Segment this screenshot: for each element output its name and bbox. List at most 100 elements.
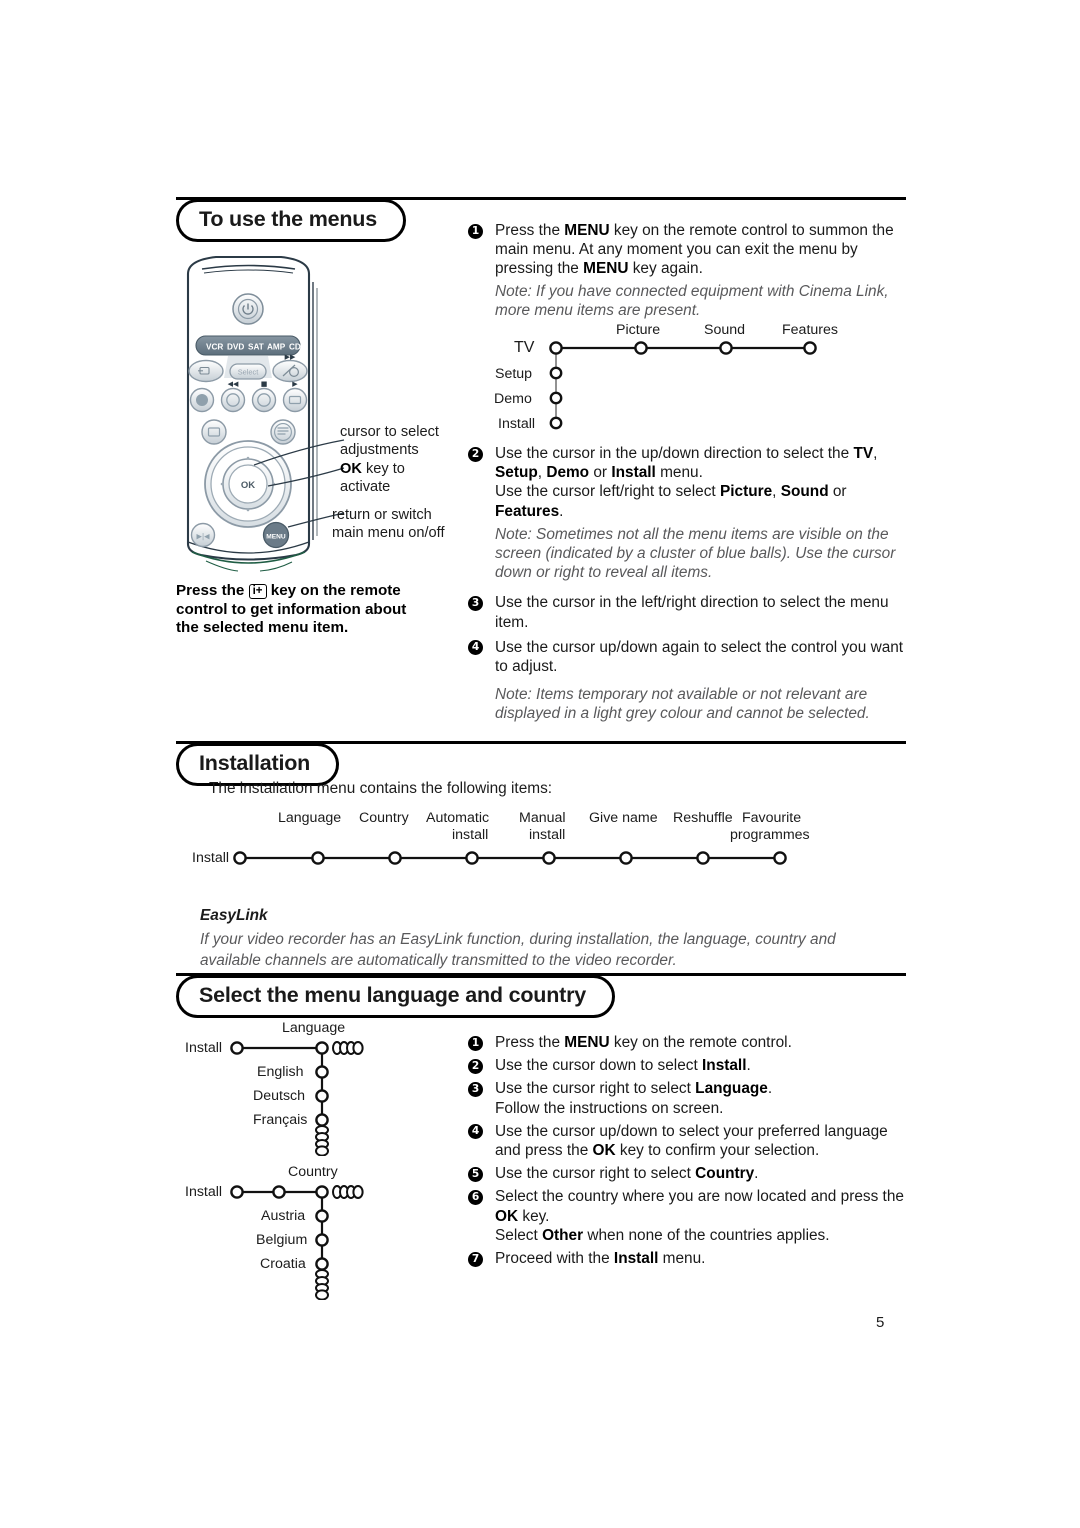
install-label-automatic: Automatic: [426, 810, 490, 826]
s3-step-4-text: Use the cursor up/down to select your pr…: [495, 1122, 888, 1160]
rewind-icon: ◀◀: [228, 380, 239, 388]
rewind-button[interactable]: [220, 387, 246, 413]
step-2-note-text: Note: Sometimes not all the menu items a…: [495, 525, 896, 582]
lang-more-right-cluster: [332, 1041, 364, 1055]
node-manual-install: [542, 851, 556, 865]
step-4: 4 Use the cursor up/down again to select…: [468, 638, 908, 676]
info-key-pre: Press the: [176, 582, 249, 599]
callout-ok-line1: OK key to: [340, 461, 405, 477]
s3-step-2-text: Use the cursor down to select Install.: [495, 1057, 751, 1075]
s3-step-1-text: Press the MENU key on the remote control…: [495, 1034, 792, 1051]
step-2-text: Use the cursor in the up/down direction …: [495, 445, 878, 520]
step-3-bullet: 3: [468, 595, 483, 611]
language-diagram-svg: [230, 1041, 364, 1156]
s3-step-4-bullet: 4: [468, 1124, 483, 1140]
node-automatic-install: [465, 851, 479, 865]
callout-cursor-line1: cursor to select: [340, 424, 439, 440]
s3-step-5-bullet: 5: [468, 1166, 483, 1182]
country-node-belgium: [315, 1233, 329, 1247]
node-tv: [549, 341, 563, 355]
lang-label-language: Language: [282, 1020, 346, 1036]
stop-button[interactable]: [251, 387, 277, 413]
node-install: [549, 416, 563, 430]
stop-icon: ■: [261, 380, 268, 388]
callout-menu-line2: main menu on/off: [332, 524, 445, 541]
install-label-manual: Manual: [519, 810, 566, 826]
s3-step-7-bullet: 7: [468, 1251, 483, 1267]
callout-menu: return or switch main menu on/off: [332, 507, 445, 542]
picture-format-button[interactable]: [201, 419, 227, 445]
s3-step-2: 2 Use the cursor down to select Install.: [468, 1056, 908, 1075]
device-key-sat: SAT: [248, 343, 264, 352]
play-button[interactable]: [282, 387, 308, 413]
node-reshuffle: [696, 851, 710, 865]
install-label-language: Language: [278, 810, 342, 826]
menu-button-label: MENU: [266, 534, 286, 541]
step-4-text: Use the cursor up/down again to select t…: [495, 638, 904, 676]
node-setup: [549, 366, 563, 380]
install-label-manual-2: install: [529, 827, 566, 843]
country-node-croatia: [315, 1257, 329, 1271]
country-label-country: Country: [288, 1164, 338, 1180]
step-2-bullet: 2: [468, 446, 483, 462]
node-features: [803, 341, 817, 355]
country-node-austria: [315, 1209, 329, 1223]
s3-step-7-text: Proceed with the Install menu.: [495, 1250, 706, 1268]
step-4-bullet: 4: [468, 640, 483, 656]
fast-forward-icon: ▶▶: [285, 353, 296, 361]
section1-header: To use the menus: [176, 199, 406, 242]
prev-channel-icon: ▶|◀: [196, 533, 210, 541]
section3-title: Select the menu language and country: [176, 975, 616, 1018]
device-key-cd: CD: [289, 343, 301, 352]
country-node-install: [230, 1185, 244, 1199]
lang-more-down-cluster: [315, 1125, 329, 1156]
install-label-favourite-2: programmes: [730, 827, 810, 843]
callout-ok-key: OK: [340, 461, 362, 477]
country-label-install: Install: [185, 1184, 223, 1200]
step-4-note: Note: Items temporary not available or n…: [468, 685, 908, 723]
step-2: 2 Use the cursor in the up/down directio…: [468, 444, 908, 521]
easylink-heading: EasyLink: [200, 907, 268, 924]
source-button[interactable]: [188, 359, 224, 383]
device-key-vcr: VCR: [206, 343, 223, 352]
installation-intro: The installation menu contains the follo…: [209, 780, 553, 797]
node-favourite-programmes: [773, 851, 787, 865]
page-number: 5: [876, 1314, 885, 1331]
s3-step-5-text: Use the cursor right to select Country.: [495, 1165, 759, 1183]
country-more-right-cluster: [332, 1185, 364, 1199]
country-label-belgium: Belgium: [256, 1232, 308, 1248]
install-diagram-root-label: Install: [192, 850, 230, 866]
s3-step-5: 5 Use the cursor right to select Country…: [468, 1164, 908, 1183]
step-3: 3 Use the cursor in the left/right direc…: [468, 593, 908, 631]
s3-step-3-text: Use the cursor right to select Language.…: [495, 1080, 773, 1117]
menu-tree-label-picture: Picture: [616, 322, 661, 338]
callout-ok: OK key to activate: [340, 461, 405, 496]
device-key-amp: AMP: [267, 343, 286, 352]
country-diagram: Install Country Austria Belgium Croatia: [185, 1162, 415, 1300]
country-node-language: [272, 1185, 286, 1199]
language-diagram: Install Language English Deutsch Françai…: [185, 1018, 415, 1156]
easylink-text: If your video recorder has an EasyLink f…: [200, 931, 836, 969]
section1-steps-bottom: 2 Use the cursor in the up/down directio…: [468, 444, 908, 730]
country-more-down-cluster: [315, 1269, 329, 1300]
manual-page: To use the menus VCR DVD SAT AMP CD Sele…: [0, 0, 1080, 1528]
menu-tree-label-setup: Setup: [495, 366, 533, 382]
install-label-favourite: Favourite: [742, 810, 802, 826]
node-picture: [634, 341, 648, 355]
lang-label-english: English: [257, 1064, 304, 1080]
device-key-dvd: DVD: [227, 343, 244, 352]
menu-tree-label-demo: Demo: [494, 391, 532, 407]
info-plus-icon: i+: [248, 583, 267, 599]
lang-label-deutsch: Deutsch: [253, 1088, 306, 1104]
country-node-country: [315, 1185, 329, 1199]
node-country: [388, 851, 402, 865]
lang-node-language: [315, 1041, 329, 1055]
s3-step-7: 7 Proceed with the Install menu.: [468, 1249, 908, 1268]
lang-node-english: [315, 1065, 329, 1079]
lang-node-install: [230, 1041, 244, 1055]
country-diagram-svg: [230, 1185, 364, 1300]
menu-tree-diagram: TV Picture Sound Features Setup Demo Ins…: [468, 320, 908, 436]
lang-label-francais: Français: [253, 1112, 308, 1128]
s3-step-1: 1 Press the MENU key on the remote contr…: [468, 1033, 908, 1052]
callout-cursor-line2: adjustments: [340, 441, 419, 458]
